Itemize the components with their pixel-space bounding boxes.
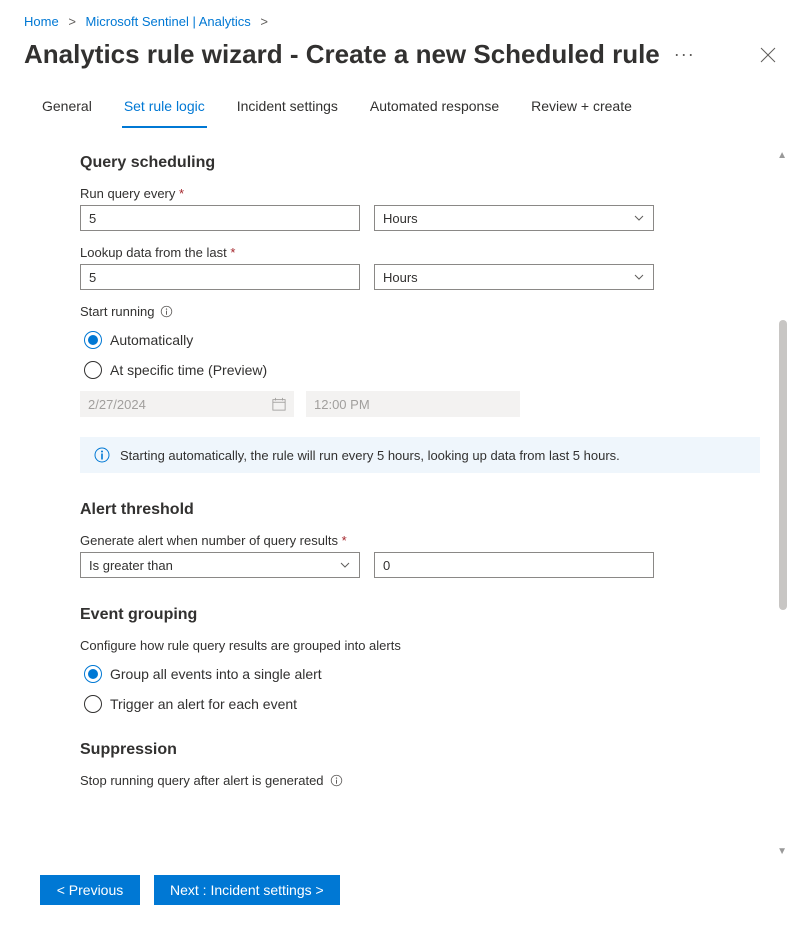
more-icon[interactable]: ··· [674, 44, 695, 65]
page-title: Analytics rule wizard - Create a new Sch… [24, 39, 660, 70]
radio-specific-time[interactable] [84, 361, 102, 379]
tabs: General Set rule logic Incident settings… [0, 88, 800, 128]
breadcrumb-sentinel[interactable]: Microsoft Sentinel | Analytics [86, 14, 251, 29]
start-date-input: 2/27/2024 [80, 391, 294, 417]
tab-general[interactable]: General [40, 88, 94, 128]
scroll-down-icon[interactable]: ▼ [777, 846, 787, 857]
section-alert-threshold: Alert threshold [80, 501, 760, 519]
chevron-down-icon [633, 271, 645, 283]
info-box: Starting automatically, the rule will ru… [80, 437, 760, 473]
run-query-unit-value: Hours [383, 211, 418, 226]
tab-automated-response[interactable]: Automated response [368, 88, 501, 128]
close-icon[interactable] [760, 47, 776, 63]
radio-specific-time-label: At specific time (Preview) [110, 362, 267, 378]
threshold-label: Generate alert when number of query resu… [80, 533, 760, 548]
run-query-value-input[interactable] [80, 205, 360, 231]
radio-group-all-row[interactable]: Group all events into a single alert [84, 665, 760, 683]
radio-automatically-label: Automatically [110, 332, 193, 348]
chevron-right-icon: > [68, 14, 76, 29]
calendar-icon [272, 397, 286, 411]
tab-review-create[interactable]: Review + create [529, 88, 634, 128]
run-query-unit-select[interactable]: Hours [374, 205, 654, 231]
radio-trigger-each[interactable] [84, 695, 102, 713]
radio-automatically-row[interactable]: Automatically [84, 331, 760, 349]
radio-trigger-each-label: Trigger an alert for each event [110, 696, 297, 712]
tab-incident-settings[interactable]: Incident settings [235, 88, 340, 128]
start-running-label: Start running [80, 304, 154, 319]
section-event-grouping: Event grouping [80, 606, 760, 624]
threshold-operator-value: Is greater than [89, 558, 173, 573]
breadcrumb-home[interactable]: Home [24, 14, 59, 29]
breadcrumb: Home > Microsoft Sentinel | Analytics > [0, 0, 800, 35]
threshold-operator-select[interactable]: Is greater than [80, 552, 360, 578]
start-running-label-row: Start running [80, 304, 760, 319]
suppression-label-row: Stop running query after alert is genera… [80, 773, 760, 788]
grouping-description: Configure how rule query results are gro… [80, 638, 760, 653]
lookup-unit-value: Hours [383, 270, 418, 285]
content-area: Query scheduling Run query every * Hours… [0, 128, 800, 798]
run-query-label: Run query every * [80, 186, 760, 201]
chevron-down-icon [339, 559, 351, 571]
footer: < Previous Next : Incident settings > [40, 875, 340, 905]
previous-button[interactable]: < Previous [40, 875, 140, 905]
tab-set-rule-logic[interactable]: Set rule logic [122, 88, 207, 128]
info-icon [94, 447, 110, 463]
start-time-value: 12:00 PM [314, 397, 370, 412]
start-date-value: 2/27/2024 [88, 397, 146, 412]
radio-automatically[interactable] [84, 331, 102, 349]
lookup-value-input[interactable] [80, 264, 360, 290]
info-icon[interactable] [160, 305, 173, 318]
radio-specific-time-row[interactable]: At specific time (Preview) [84, 361, 760, 379]
lookup-unit-select[interactable]: Hours [374, 264, 654, 290]
section-suppression: Suppression [80, 741, 760, 759]
radio-trigger-each-row[interactable]: Trigger an alert for each event [84, 695, 760, 713]
radio-group-all[interactable] [84, 665, 102, 683]
info-text: Starting automatically, the rule will ru… [120, 448, 620, 463]
next-button[interactable]: Next : Incident settings > [154, 875, 340, 905]
chevron-right-icon: > [260, 14, 268, 29]
section-query-scheduling: Query scheduling [80, 154, 760, 172]
suppression-label: Stop running query after alert is genera… [80, 773, 324, 788]
start-time-input: 12:00 PM [306, 391, 520, 417]
threshold-value-input[interactable] [374, 552, 654, 578]
lookup-data-label: Lookup data from the last * [80, 245, 760, 260]
page-header: Analytics rule wizard - Create a new Sch… [0, 35, 800, 88]
radio-group-all-label: Group all events into a single alert [110, 666, 322, 682]
info-icon[interactable] [330, 774, 343, 787]
chevron-down-icon [633, 212, 645, 224]
